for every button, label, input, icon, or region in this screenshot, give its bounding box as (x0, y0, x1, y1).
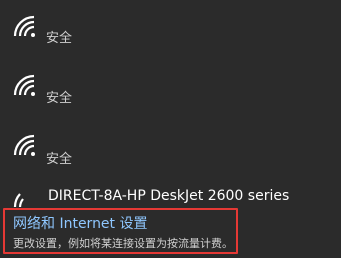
network-item-direct[interactable]: DIRECT-8A-HP DeskJet 2600 series (0, 185, 341, 207)
settings-link-description: 更改设置，例如将某连接设置为按流量计费。 (13, 237, 233, 250)
wifi-icon (13, 74, 35, 96)
network-security-label: 安全 (46, 31, 73, 46)
network-ssid: DIRECT-8A-HP DeskJet 2600 series (48, 188, 290, 204)
network-security-label: 安全 (46, 152, 73, 167)
wifi-icon (13, 193, 24, 207)
network-internet-settings-link[interactable]: 网络和 Internet 设置 更改设置，例如将某连接设置为按流量计费。 (3, 208, 238, 254)
network-item[interactable]: 安全 (0, 127, 341, 185)
network-item[interactable]: 安全 (0, 8, 341, 66)
settings-link-title[interactable]: 网络和 Internet 设置 (13, 213, 148, 233)
wifi-icon (13, 15, 35, 37)
network-item[interactable]: 安全 (0, 67, 341, 125)
network-security-label: 安全 (46, 91, 73, 106)
wifi-icon (13, 134, 35, 156)
